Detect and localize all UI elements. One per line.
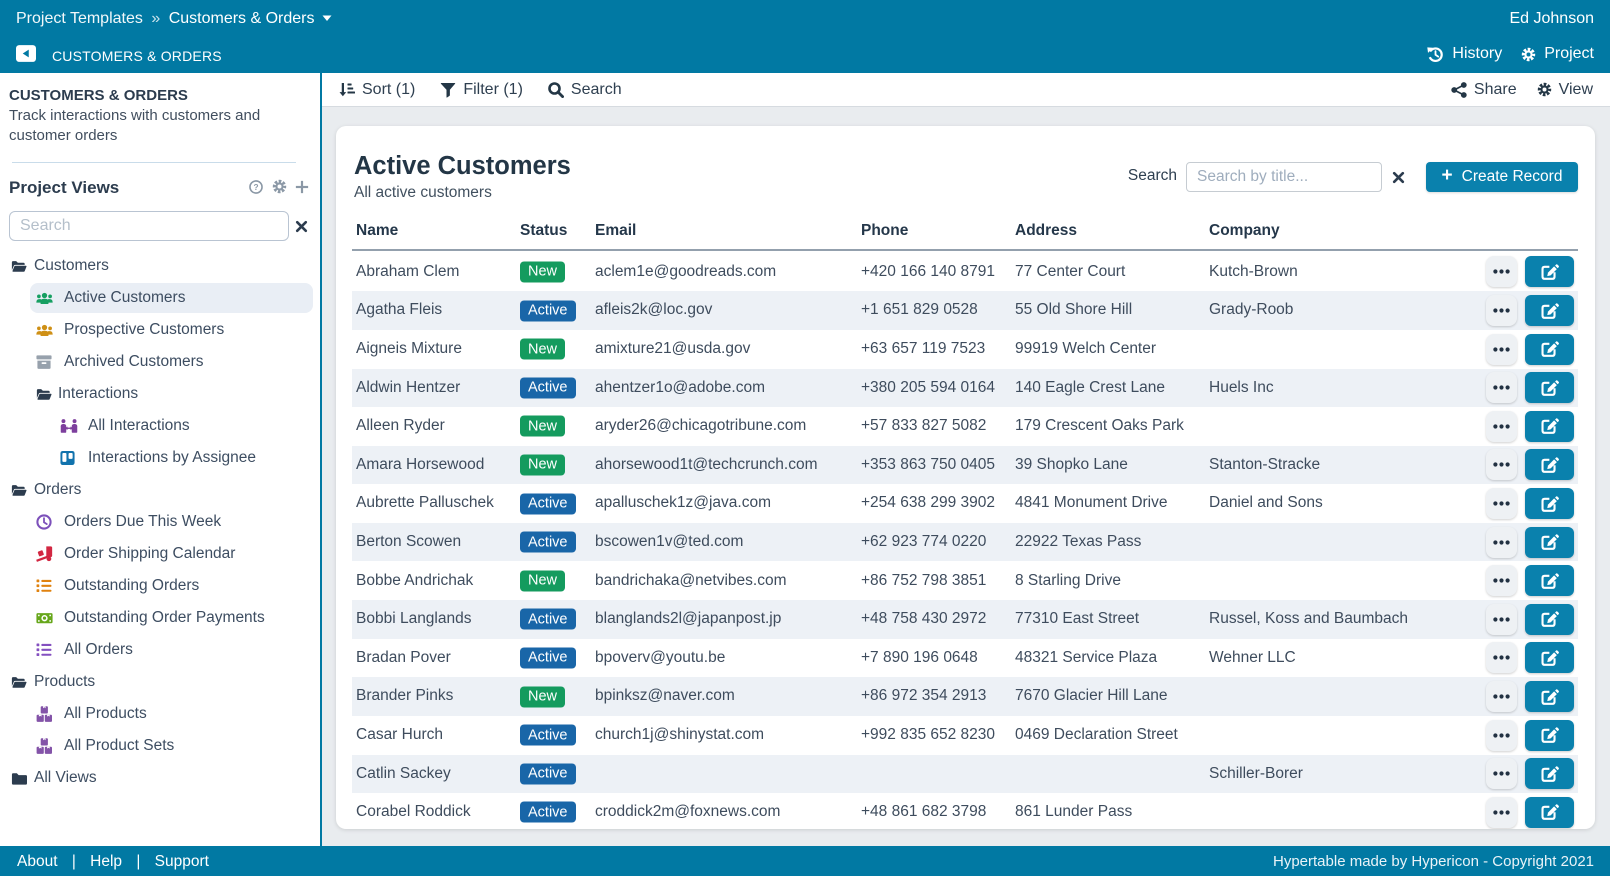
svg-text:?: ?	[253, 182, 258, 192]
